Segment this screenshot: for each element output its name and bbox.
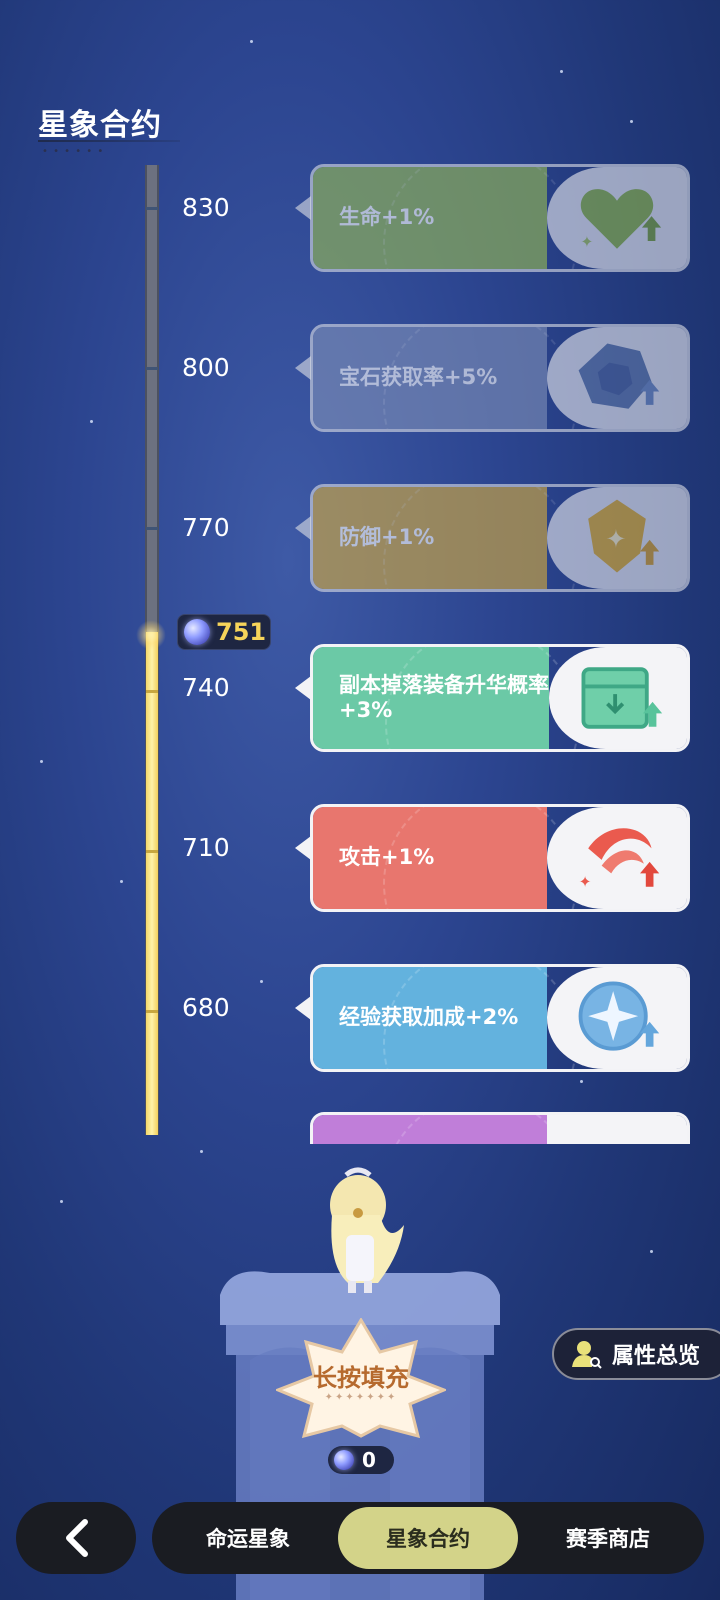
gem-up-icon	[547, 327, 687, 429]
reward-label-text: 副本掉落装备升华概率+3%	[339, 672, 549, 722]
slash-up-icon: ✦	[547, 807, 687, 909]
reward-label: 生命+1%	[313, 167, 577, 269]
level-label: 740	[182, 673, 230, 702]
attribute-overview-label: 属性总览	[612, 1344, 701, 1369]
level-label: 800	[182, 353, 230, 382]
title-dots: • • • • • •	[42, 146, 105, 157]
reward-card-partial-icon	[547, 1115, 687, 1144]
progress-marker-glow	[136, 620, 166, 650]
page-title: 星象合约	[38, 108, 162, 143]
reward-label: 副本掉落装备升华概率+3%	[313, 647, 579, 749]
tab-season-shop[interactable]: 赛季商店	[518, 1507, 698, 1569]
fill-cost-badge: 0	[328, 1446, 394, 1474]
svg-text:✦: ✦	[579, 873, 592, 891]
tab-destiny-stars[interactable]: 命运星象	[158, 1507, 338, 1569]
user-search-icon	[572, 1341, 602, 1369]
svg-text:✦: ✦	[581, 233, 594, 251]
reward-label: 宝石获取率+5%	[313, 327, 577, 429]
reward-card-770[interactable]: 防御+1% ✦	[310, 484, 690, 592]
reward-card-740[interactable]: 副本掉落装备升华概率+3%	[310, 644, 690, 752]
reward-label: 防御+1%	[313, 487, 577, 589]
card-pointer	[295, 836, 311, 860]
level-label: 770	[182, 513, 230, 542]
attribute-overview-button[interactable]: 属性总览	[552, 1328, 720, 1380]
track-tick	[146, 527, 158, 530]
level-label: 710	[182, 833, 230, 862]
track-tick	[146, 850, 158, 853]
title-underline	[38, 140, 180, 142]
current-points-value: 751	[216, 618, 267, 646]
exp-star-up-icon	[547, 967, 687, 1069]
card-pointer	[295, 676, 311, 700]
reward-card-800[interactable]: 宝石获取率+5%	[310, 324, 690, 432]
card-pointer	[295, 356, 311, 380]
track-tick	[146, 690, 158, 693]
reward-card-830[interactable]: 生命+1% ✦	[310, 164, 690, 272]
reward-card-partial	[310, 1112, 690, 1144]
bottom-tab-bar: 命运星象 星象合约 赛季商店	[152, 1502, 704, 1574]
fill-button-dots: ✦✦✦✦✦✦✦	[324, 1392, 398, 1403]
tab-star-contract[interactable]: 星象合约	[338, 1507, 518, 1569]
card-pointer	[295, 996, 311, 1020]
star-gem-icon	[184, 619, 210, 645]
level-label: 680	[182, 993, 230, 1022]
card-pointer	[295, 196, 311, 220]
star-gem-icon	[334, 1450, 354, 1470]
level-label: 830	[182, 193, 230, 222]
progress-track-fill	[146, 632, 158, 1135]
reward-card-680[interactable]: 经验获取加成+2%	[310, 964, 690, 1072]
card-pointer	[295, 516, 311, 540]
svg-text:✦: ✦	[605, 525, 626, 554]
fill-button-label: 长按填充	[313, 1364, 409, 1392]
box-up-icon	[549, 647, 687, 749]
track-tick	[146, 367, 158, 370]
reward-label: 攻击+1%	[313, 807, 577, 909]
reward-label: 经验获取加成+2%	[313, 967, 577, 1069]
reward-card-partial-body	[313, 1115, 577, 1144]
character-sprite	[330, 1167, 404, 1293]
shield-up-icon: ✦	[547, 487, 687, 589]
track-tick	[146, 207, 158, 210]
heart-up-icon: ✦	[547, 167, 687, 269]
long-press-fill-button[interactable]: 长按填充 ✦✦✦✦✦✦✦	[276, 1318, 446, 1438]
reward-card-710[interactable]: 攻击+1% ✦	[310, 804, 690, 912]
fill-cost-value: 0	[362, 1448, 376, 1472]
track-tick	[146, 1010, 158, 1013]
current-points-badge: 751	[177, 614, 271, 650]
chevron-left-icon	[66, 1519, 88, 1557]
back-button[interactable]	[16, 1502, 136, 1574]
